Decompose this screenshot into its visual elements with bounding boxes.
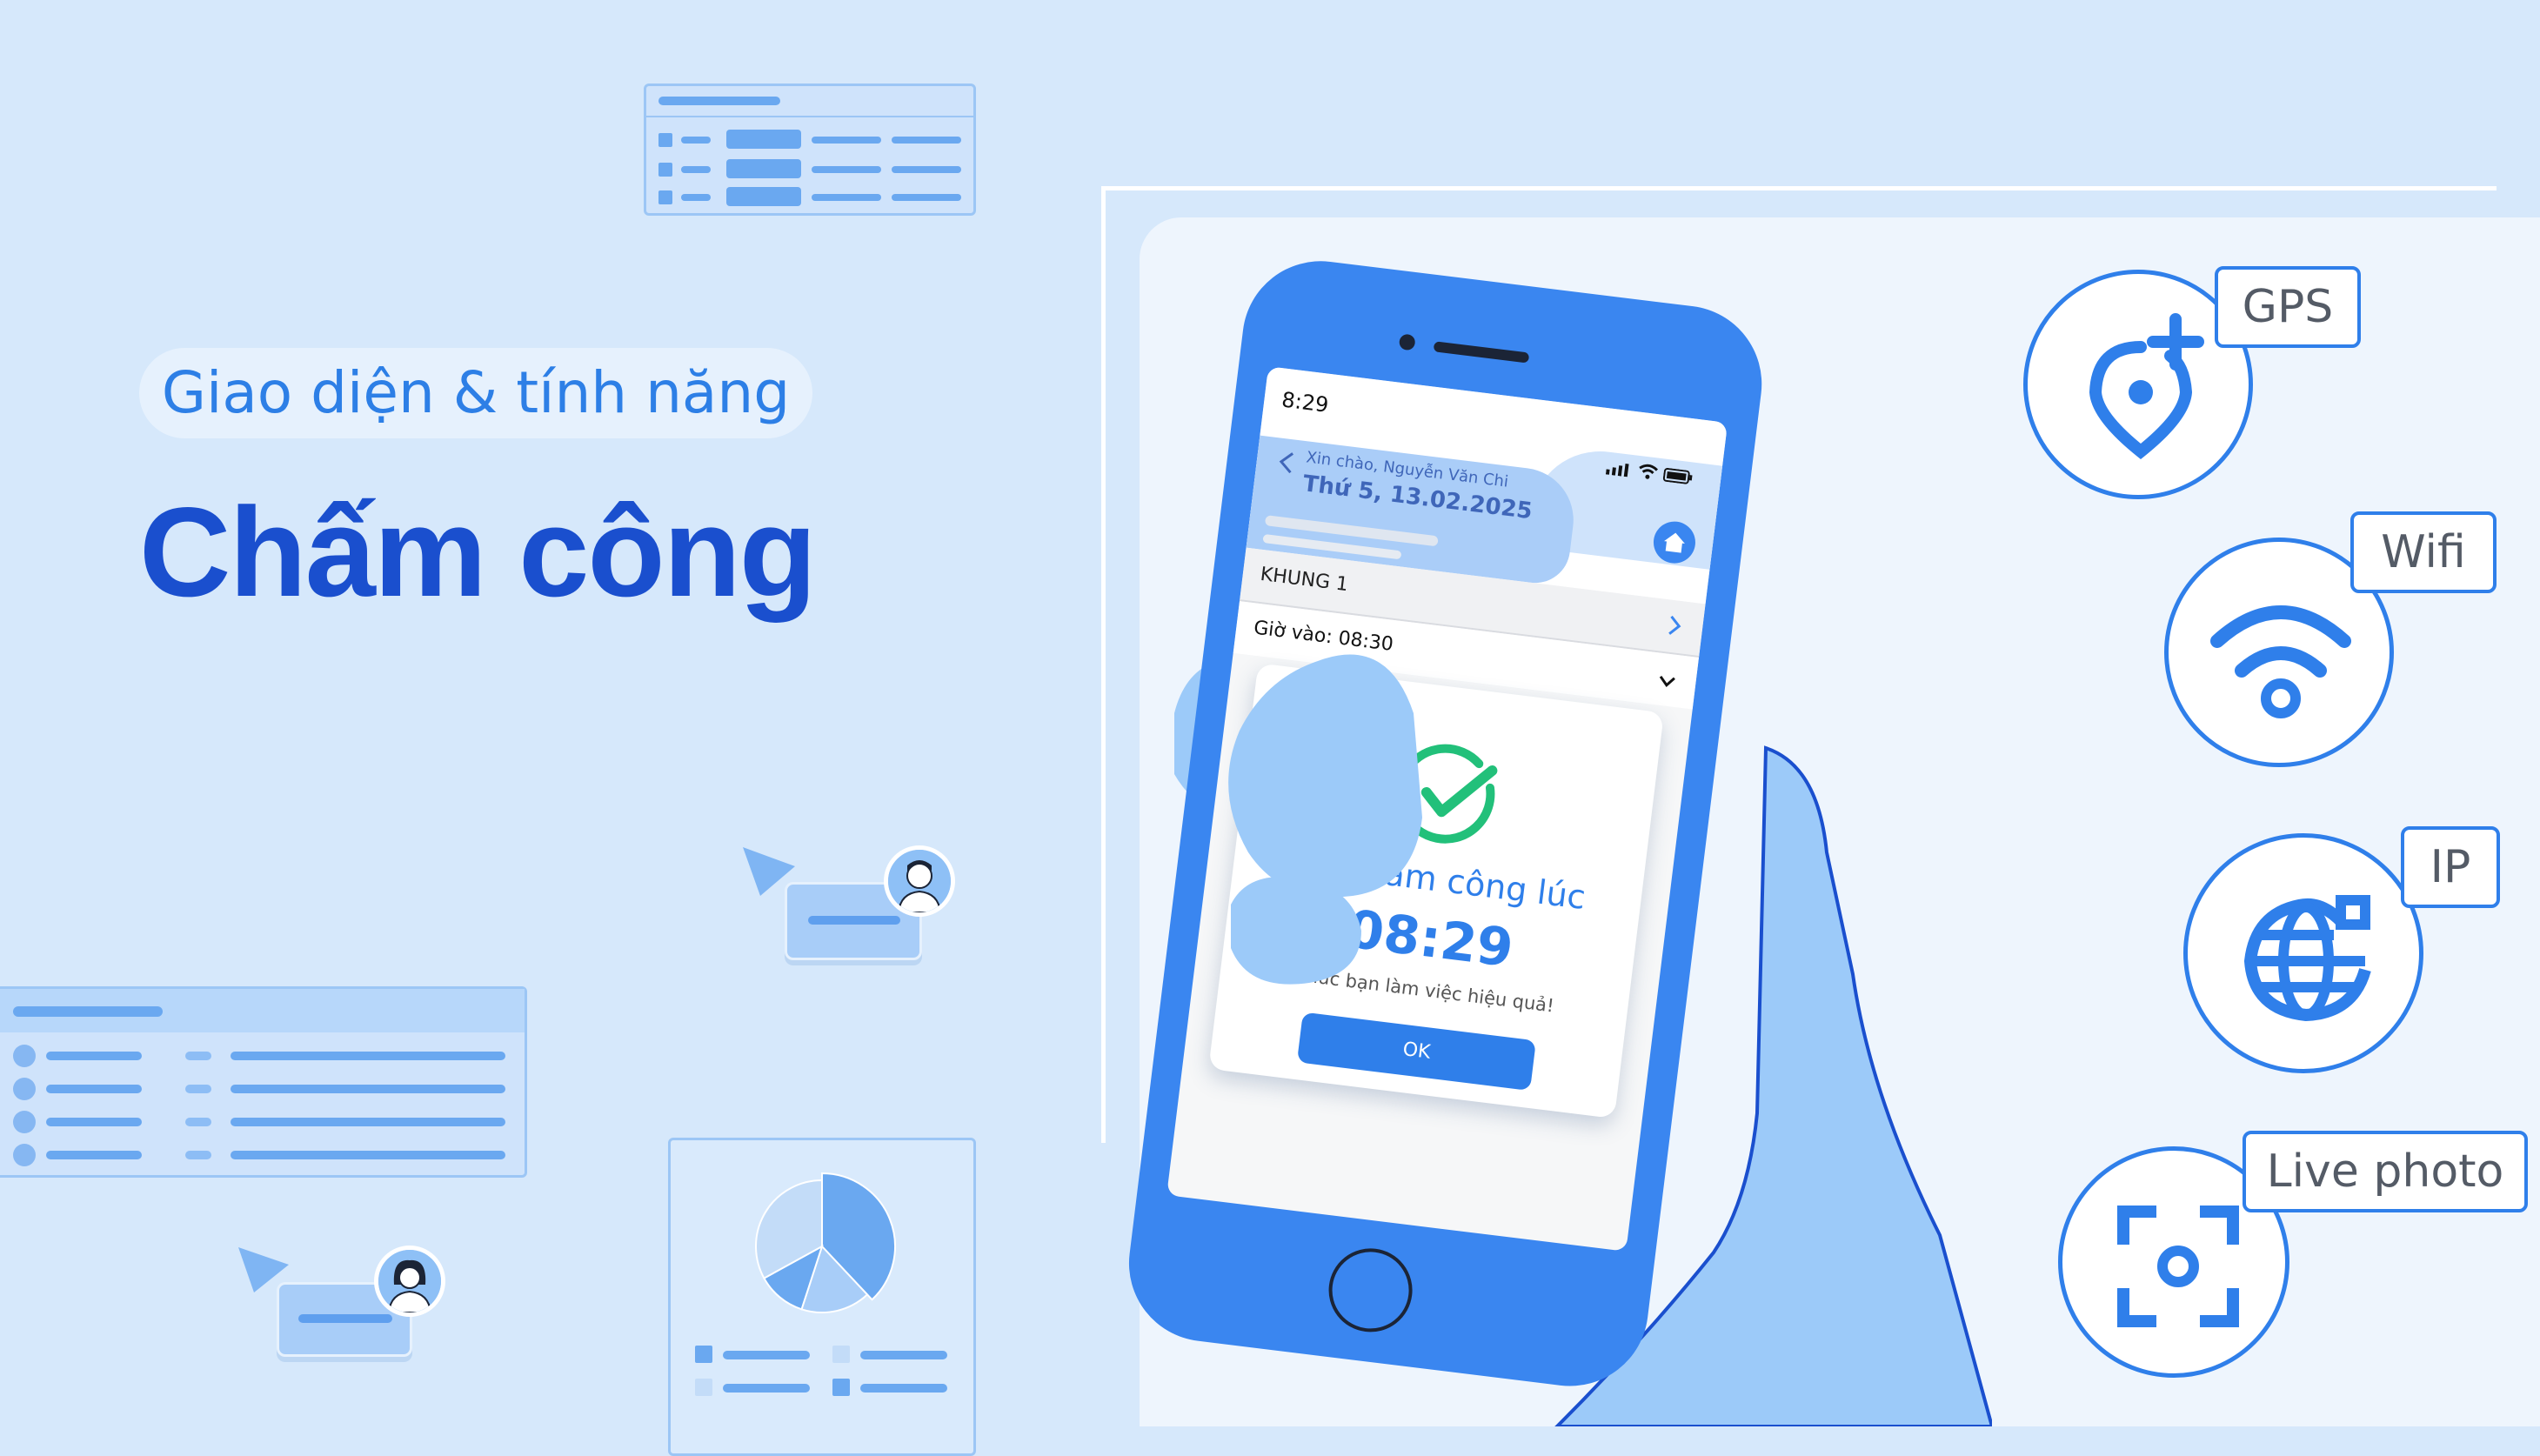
frame-line [1105, 186, 2497, 190]
deco-table-card [644, 83, 976, 216]
location-add-icon [2089, 313, 2204, 459]
page-title: Chấm công [139, 481, 817, 623]
feature-ip-label: IP [2401, 826, 2500, 908]
back-icon[interactable] [1276, 450, 1296, 474]
avatar [374, 1246, 445, 1317]
ok-button[interactable]: OK [1296, 1012, 1536, 1092]
deco-pie-card [668, 1138, 976, 1456]
home-button-icon[interactable] [1651, 518, 1698, 566]
subtitle-pill: Giao diện & tính năng [139, 348, 812, 438]
feature-wifi-label: Wifi [2350, 511, 2497, 593]
wifi-status-icon [1639, 464, 1659, 479]
feature-gps-label: GPS [2215, 266, 2361, 348]
avatar [884, 845, 955, 917]
wifi-icon [2210, 605, 2351, 718]
feature-ip-circle [2183, 833, 2423, 1073]
camera-focus-icon [2117, 1206, 2239, 1327]
frame-line [1101, 186, 1106, 1143]
globe-icon [2243, 895, 2371, 1022]
chevron-right-icon[interactable] [1667, 613, 1683, 638]
deco-list-card [0, 986, 527, 1178]
feature-live-photo-label: Live photo [2243, 1131, 2528, 1212]
thumb-illustration [1228, 654, 1422, 985]
chevron-down-icon[interactable] [1656, 673, 1677, 690]
pie-chart [755, 1172, 896, 1313]
